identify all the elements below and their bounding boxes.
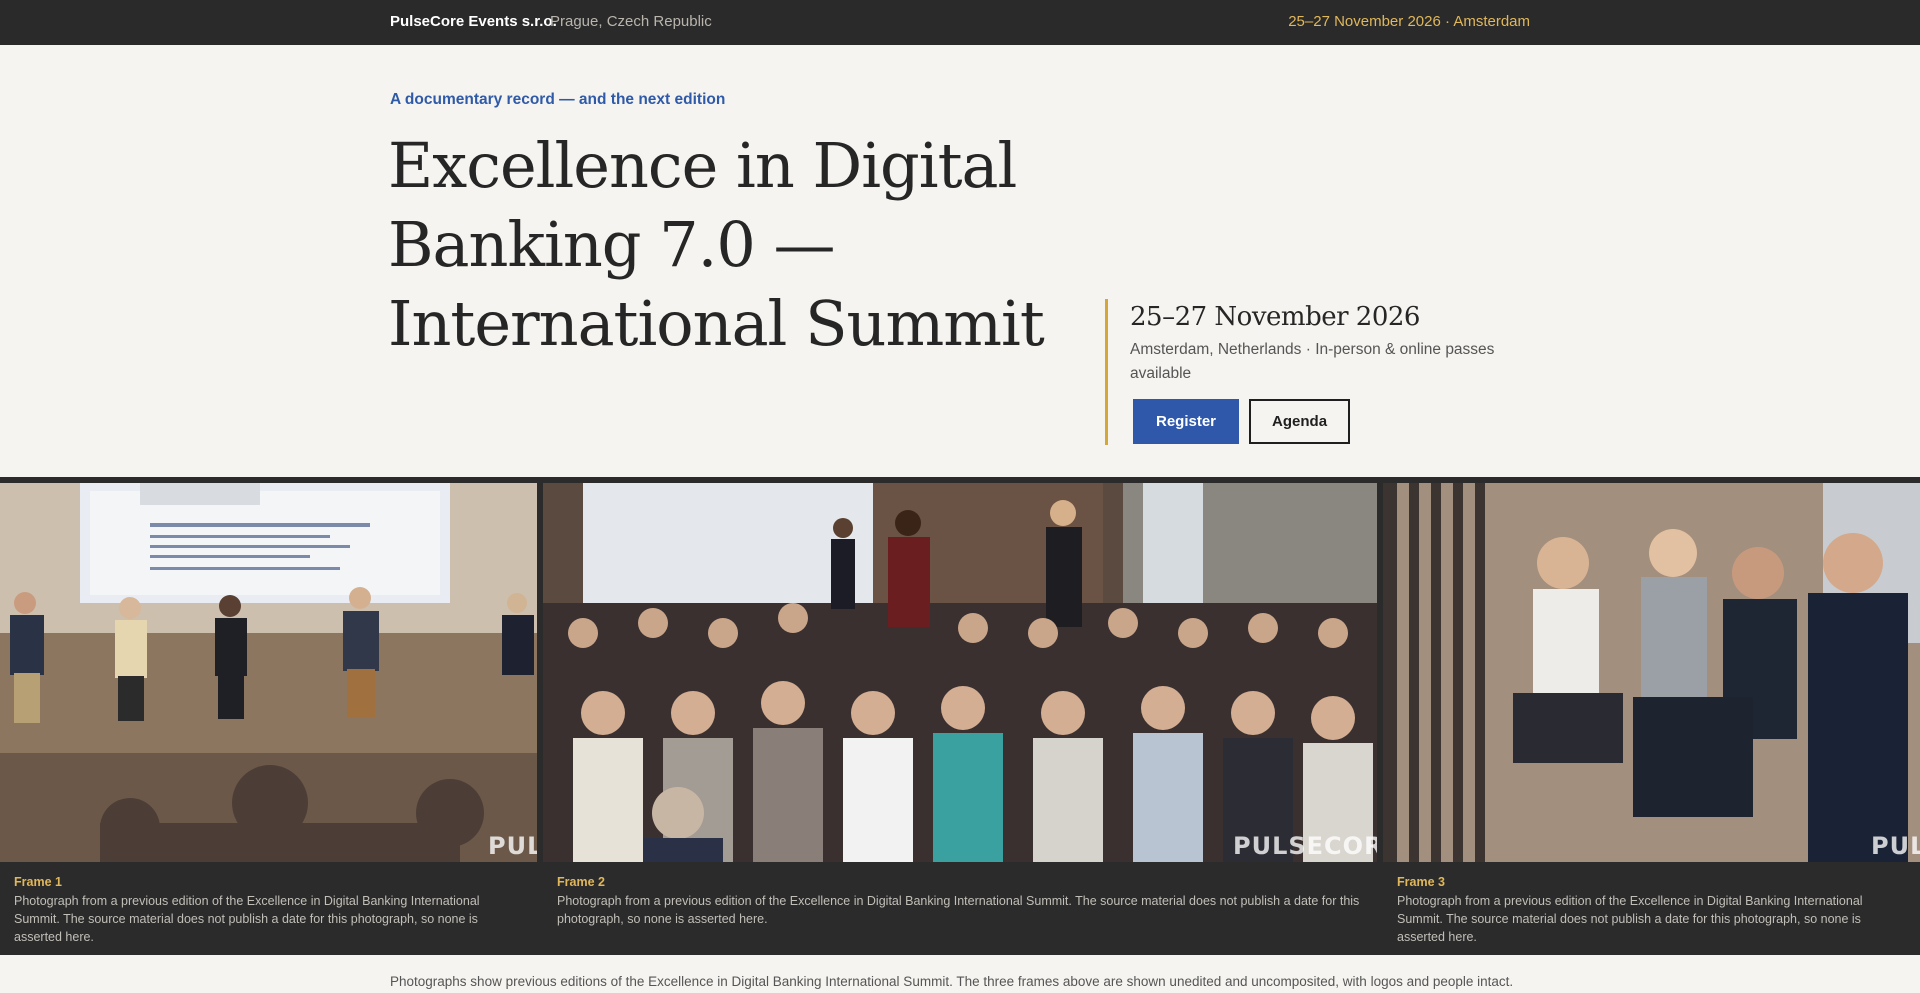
event-date: 25–27 November 2026 bbox=[1130, 302, 1420, 332]
frame-3-caption: Frame 3 Photograph from a previous editi… bbox=[1397, 875, 1906, 946]
register-button[interactable]: Register bbox=[1133, 399, 1240, 444]
frame-3-text: Photograph from a previous edition of th… bbox=[1397, 894, 1863, 944]
frame-3-label: Frame 3 bbox=[1397, 875, 1445, 889]
organizer-name: PulseCore Events s.r.o. bbox=[390, 13, 557, 30]
frame-3-watermark: PULSECORE bbox=[1871, 832, 1920, 860]
frame-1-photo: PULSECORE bbox=[0, 483, 537, 862]
frame-3-photo: PULSECORE bbox=[1383, 483, 1920, 862]
hero-eyebrow: A documentary record — and the next edit… bbox=[390, 91, 726, 108]
top-bar: PulseCore Events s.r.o. Prague, Czech Re… bbox=[0, 0, 1920, 45]
gallery-frame-3: PULSECORE Frame 3 Photograph from a prev… bbox=[1383, 483, 1920, 955]
photo-gallery: PULSECORE Frame 1 Photograph from a prev… bbox=[0, 477, 1920, 955]
frame-2-text: Photograph from a previous edition of th… bbox=[557, 894, 1360, 926]
frame-2-photo: PULSECORE bbox=[543, 483, 1377, 862]
frame-1-caption: Frame 1 Photograph from a previous editi… bbox=[14, 875, 523, 946]
gallery-footnote: Photographs show previous editions of th… bbox=[390, 974, 1514, 989]
page-title: Excellence in Digital Banking 7.0 — Inte… bbox=[388, 129, 1045, 360]
frame-2-caption: Frame 2 Photograph from a previous editi… bbox=[557, 875, 1363, 928]
gallery-frame-1: PULSECORE Frame 1 Photograph from a prev… bbox=[0, 483, 537, 955]
frame-1-label: Frame 1 bbox=[14, 875, 62, 889]
gallery-frame-2: PULSECORE Frame 2 Photograph from a prev… bbox=[543, 483, 1377, 955]
agenda-button[interactable]: Agenda bbox=[1249, 399, 1351, 444]
cta-group: Register Agenda bbox=[1133, 399, 1351, 444]
event-details: Amsterdam, Netherlands · In-person & onl… bbox=[1130, 341, 1495, 382]
organizer-location: Prague, Czech Republic bbox=[550, 13, 712, 30]
frame-1-watermark: PULSECORE bbox=[488, 832, 537, 860]
frame-2-label: Frame 2 bbox=[557, 875, 605, 889]
frame-1-text: Photograph from a previous edition of th… bbox=[14, 894, 480, 944]
frame-2-watermark: PULSECORE bbox=[1233, 832, 1377, 860]
event-info-panel: 25–27 November 2026 Amsterdam, Netherlan… bbox=[1105, 299, 1525, 445]
event-date-location: 25–27 November 2026 · Amsterdam bbox=[1288, 13, 1530, 30]
